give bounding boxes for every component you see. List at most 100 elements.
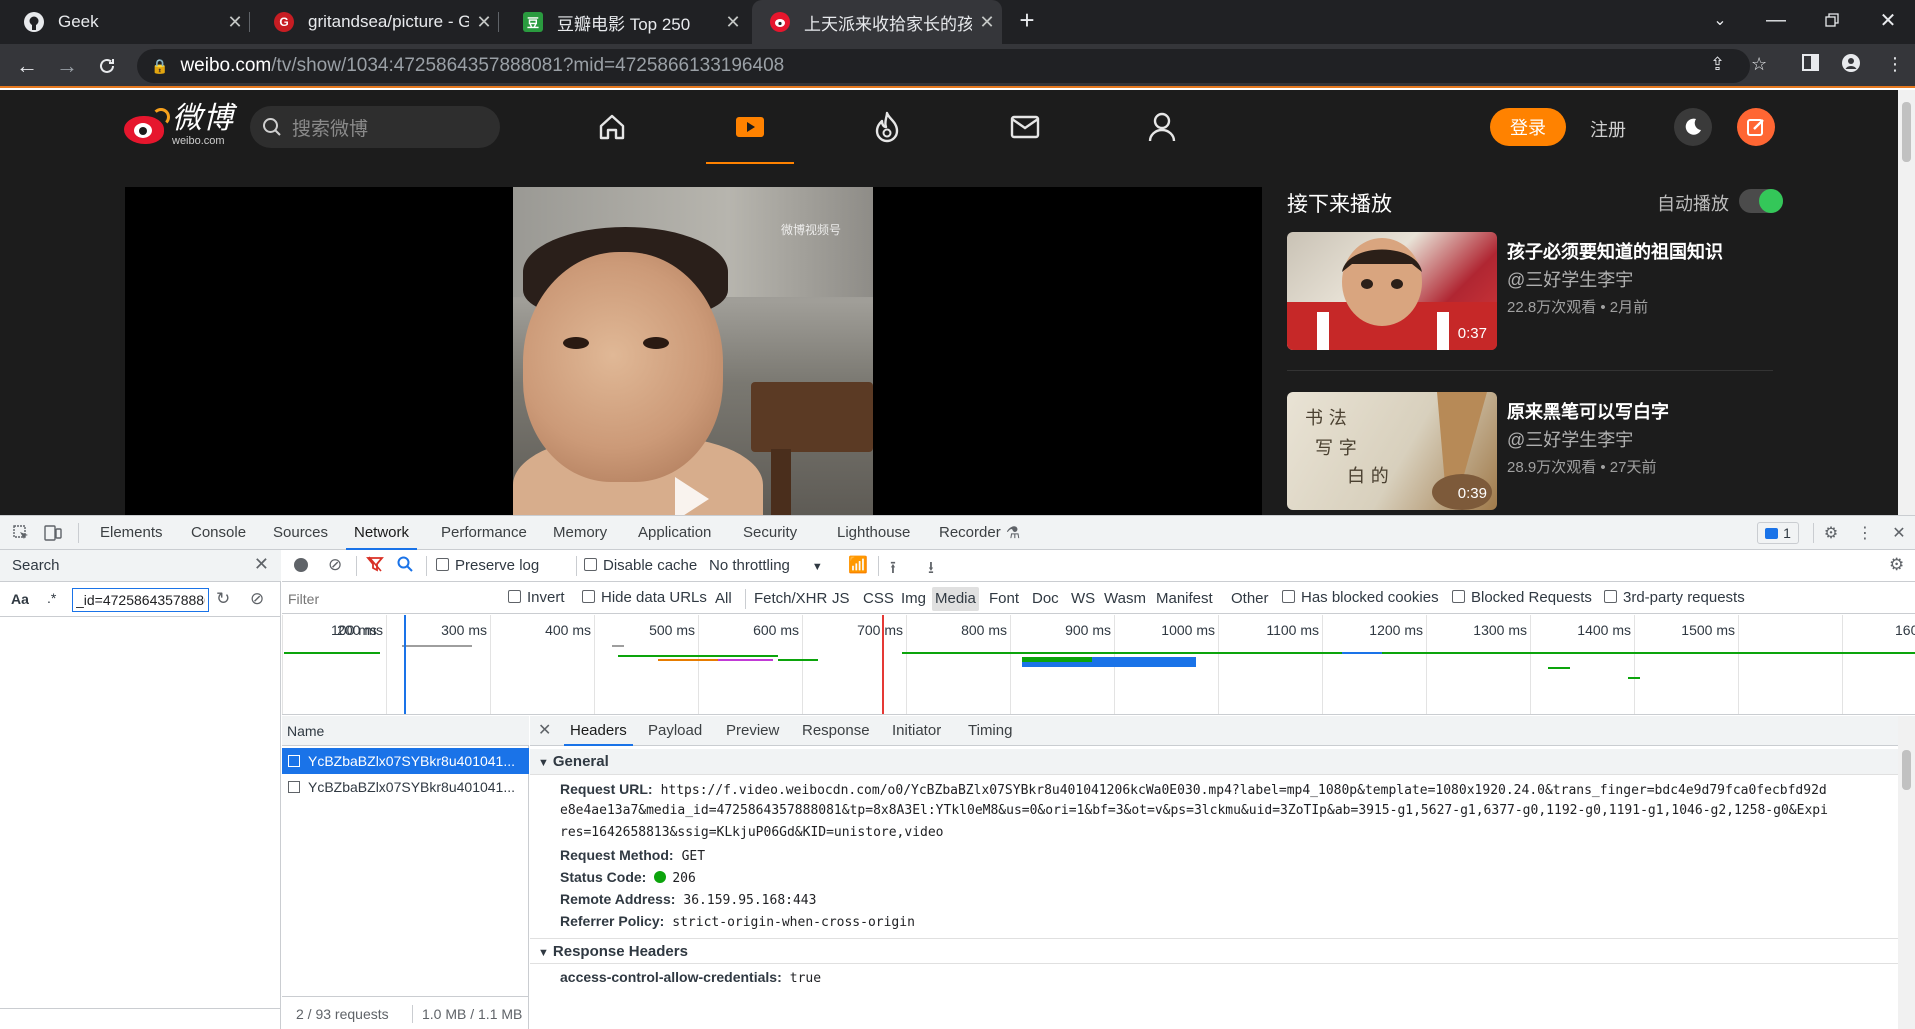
tab-timing[interactable]: Timing <box>968 716 1012 746</box>
tab-initiator[interactable]: Initiator <box>892 716 941 746</box>
video-thumbnail[interactable]: 0:37 <box>1287 232 1497 350</box>
login-button[interactable]: 登录 <box>1490 108 1566 146</box>
compose-button[interactable] <box>1737 108 1775 146</box>
inspect-element-icon[interactable] <box>12 524 30 542</box>
invert-checkbox[interactable]: Invert <box>508 589 565 606</box>
filter-type-doc[interactable]: Doc <box>1029 587 1062 611</box>
request-row[interactable]: YcBZbaBZlx07SYBkr8u401041... <box>282 748 529 774</box>
video-author[interactable]: @三好学生李宇 <box>1507 426 1633 452</box>
response-headers-section-header[interactable]: ▼ Response Headers <box>530 938 1915 964</box>
tab-console[interactable]: Console <box>191 516 246 550</box>
tab-geek[interactable]: Geek ✕ <box>0 0 250 44</box>
tab-recorder[interactable]: Recorder <box>939 516 1001 550</box>
filter-type-css[interactable]: CSS <box>860 587 897 611</box>
nav-messages[interactable] <box>981 102 1069 152</box>
filter-type-js[interactable]: JS <box>829 587 853 611</box>
tab-gitee[interactable]: G gritandsea/picture - Gitee.com ✕ <box>250 0 499 44</box>
header-value[interactable]: true <box>790 971 821 986</box>
tab-application[interactable]: Application <box>638 516 711 550</box>
reload-icon[interactable] <box>91 50 123 82</box>
blocked-requests-checkbox[interactable]: Blocked Requests <box>1452 589 1592 606</box>
filter-funnel-icon[interactable] <box>366 555 384 577</box>
video-title[interactable]: 孩子必须要知道的祖国知识 <box>1507 238 1723 264</box>
tab-weibo[interactable]: 上天派来收拾家长的孩... - @三好 ✕ <box>752 0 1002 44</box>
device-toolbar-icon[interactable] <box>44 524 62 542</box>
match-case-button[interactable]: Aa <box>11 591 29 607</box>
close-tab-icon[interactable]: ✕ <box>718 12 748 33</box>
tab-response[interactable]: Response <box>802 716 870 746</box>
weibo-search-box[interactable]: 搜索微博 <box>250 106 500 148</box>
recommended-video[interactable]: 书 法 写 字 白 的 0:39 原来黑笔可以写白字 @三好学生李宇 28.9万… <box>1287 392 1777 512</box>
tab-douban[interactable]: 豆 豆瓣电影 Top 250 ✕ <box>499 0 748 44</box>
nav-hot[interactable] <box>843 102 931 152</box>
tab-network[interactable]: Network <box>346 516 418 550</box>
recommended-video[interactable]: 0:37 孩子必须要知道的祖国知识 @三好学生李宇 22.8万次观看 • 2月前 <box>1287 232 1777 352</box>
close-window-icon[interactable]: ✕ <box>1860 0 1915 40</box>
nav-video[interactable] <box>706 102 794 165</box>
header-value[interactable]: GET <box>682 849 705 864</box>
profile-avatar-icon[interactable] <box>1842 54 1860 77</box>
dark-mode-button[interactable] <box>1674 108 1712 146</box>
filter-type-img[interactable]: Img <box>898 587 929 611</box>
export-har-icon[interactable]: ⭳ <box>928 555 934 584</box>
tab-elements[interactable]: Elements <box>100 516 163 550</box>
filter-type-other[interactable]: Other <box>1228 587 1272 611</box>
header-value[interactable]: 206 <box>672 871 695 886</box>
filter-type-wasm[interactable]: Wasm <box>1101 587 1149 611</box>
url-field[interactable]: 🔒 weibo.com/tv/show/1034:472586435788808… <box>137 49 1750 83</box>
filter-type-manifest[interactable]: Manifest <box>1153 587 1216 611</box>
import-har-icon[interactable]: ⭱ <box>890 555 896 584</box>
close-devtools-icon[interactable]: ✕ <box>1890 524 1908 542</box>
throttling-select[interactable]: No throttling ▼ <box>709 557 823 574</box>
network-settings-icon[interactable]: ⚙ <box>1889 555 1904 575</box>
tab-preview[interactable]: Preview <box>726 716 779 746</box>
menu-kebab-icon[interactable]: ⋮ <box>1886 54 1904 75</box>
close-tab-icon[interactable]: ✕ <box>469 12 499 33</box>
name-column-header[interactable]: Name <box>287 723 324 739</box>
bookmark-star-icon[interactable]: ☆ <box>1751 54 1767 75</box>
refresh-search-icon[interactable]: ↻ <box>216 589 230 609</box>
share-icon[interactable]: ⇪ <box>1710 54 1725 75</box>
autoplay-toggle[interactable] <box>1739 189 1783 213</box>
new-tab-icon[interactable]: + <box>1005 0 1049 40</box>
filter-type-media[interactable]: Media <box>932 587 979 611</box>
register-link[interactable]: 注册 <box>1590 116 1626 142</box>
filter-input[interactable] <box>284 587 492 610</box>
tab-search-icon[interactable]: ⌄ <box>1692 0 1748 40</box>
preserve-log-checkbox[interactable]: Preserve log <box>436 557 539 574</box>
close-search-icon[interactable]: ✕ <box>254 554 269 575</box>
clear-search-icon[interactable]: ⊘ <box>250 589 264 609</box>
video-thumbnail[interactable]: 书 法 写 字 白 的 0:39 <box>1287 392 1497 510</box>
page-scrollbar[interactable] <box>1898 90 1915 515</box>
regex-button[interactable]: .* <box>47 590 56 606</box>
request-url-value-line-2[interactable]: e8e4ae13a7&media_id=4725864357888081&tp=… <box>560 800 1828 822</box>
request-url-value-line-3[interactable]: res=1642658813&ssig=KLkjuP06Gd&KID=unist… <box>560 822 944 844</box>
hide-data-urls-checkbox[interactable]: Hide data URLs <box>582 589 707 606</box>
issues-badge[interactable]: 1 <box>1757 522 1799 544</box>
nav-profile[interactable] <box>1118 102 1206 152</box>
side-panel-icon[interactable] <box>1802 54 1819 76</box>
clear-log-icon[interactable]: ⊘ <box>328 555 342 575</box>
filter-type-all[interactable]: All <box>712 587 735 611</box>
video-player[interactable]: 微博视频号 <box>125 187 1262 515</box>
video-title[interactable]: 原来黑笔可以写白字 <box>1507 398 1669 424</box>
video-author[interactable]: @三好学生李宇 <box>1507 266 1633 292</box>
restore-icon[interactable] <box>1804 0 1860 40</box>
disable-cache-checkbox[interactable]: Disable cache <box>584 557 697 574</box>
tab-headers[interactable]: Headers <box>564 716 633 746</box>
close-tab-icon[interactable]: ✕ <box>220 12 250 33</box>
minimize-icon[interactable]: — <box>1748 0 1804 40</box>
back-icon[interactable]: ← <box>11 50 43 82</box>
header-value[interactable]: strict-origin-when-cross-origin <box>672 915 915 930</box>
settings-gear-icon[interactable]: ⚙ <box>1822 524 1840 542</box>
search-network-icon[interactable] <box>396 555 414 577</box>
request-row[interactable]: YcBZbaBZlx07SYBkr8u401041... <box>282 774 529 800</box>
header-value[interactable]: 36.159.95.168:443 <box>683 893 816 908</box>
more-options-icon[interactable]: ⋮ <box>1856 524 1874 542</box>
tab-security[interactable]: Security <box>743 516 797 550</box>
filter-type-ws[interactable]: WS <box>1068 587 1098 611</box>
tab-lighthouse[interactable]: Lighthouse <box>837 516 910 550</box>
network-conditions-icon[interactable]: 📶 <box>848 555 868 575</box>
filter-type-fetch-xhr[interactable]: Fetch/XHR <box>751 587 830 611</box>
search-query-input[interactable] <box>72 588 209 612</box>
